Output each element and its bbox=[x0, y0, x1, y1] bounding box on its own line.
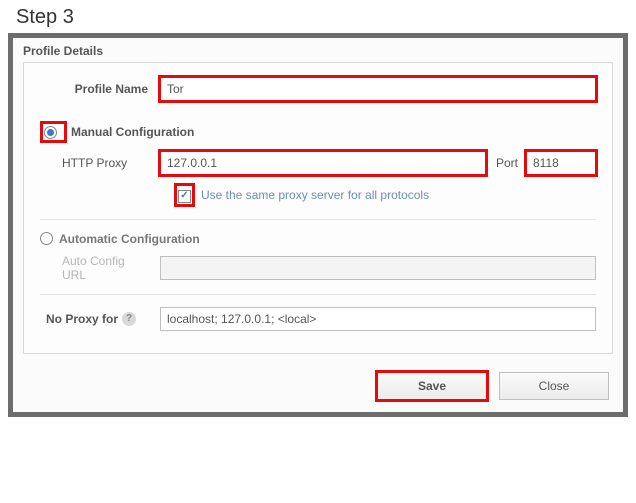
close-button[interactable]: Close bbox=[499, 372, 609, 400]
divider-2 bbox=[40, 294, 596, 295]
manual-config-radio[interactable] bbox=[44, 126, 57, 139]
dialog-frame: Profile Details Profile Name Manual Conf… bbox=[8, 33, 628, 417]
auto-config-radio[interactable] bbox=[40, 232, 53, 245]
no-proxy-label-wrap: No Proxy for ? bbox=[40, 312, 160, 326]
auto-url-row: Auto Config URL bbox=[46, 254, 596, 282]
port-label: Port bbox=[486, 156, 526, 170]
save-button[interactable]: Save bbox=[377, 372, 487, 400]
same-proxy-row: Use the same proxy server for all protoc… bbox=[174, 183, 596, 207]
profile-name-label: Profile Name bbox=[40, 82, 160, 96]
profile-name-input[interactable] bbox=[160, 77, 596, 101]
divider-1 bbox=[40, 219, 596, 220]
auto-config-label: Automatic Configuration bbox=[59, 232, 200, 246]
no-proxy-label: No Proxy for bbox=[46, 312, 118, 326]
same-proxy-checkbox[interactable] bbox=[178, 190, 191, 203]
close-button-label: Close bbox=[539, 379, 570, 393]
http-proxy-input[interactable] bbox=[160, 151, 486, 175]
same-proxy-check-highlight bbox=[174, 183, 195, 207]
http-proxy-label: HTTP Proxy bbox=[46, 156, 160, 170]
step-heading: Step 3 bbox=[0, 0, 636, 33]
button-row: Save Close bbox=[13, 364, 623, 412]
manual-config-option[interactable]: Manual Configuration bbox=[40, 121, 596, 143]
no-proxy-row: No Proxy for ? bbox=[40, 307, 596, 331]
help-icon[interactable]: ? bbox=[122, 312, 136, 326]
no-proxy-input[interactable] bbox=[160, 307, 596, 331]
profile-details-panel: Profile Name Manual Configuration HTTP P… bbox=[23, 62, 613, 354]
auto-url-label: Auto Config URL bbox=[46, 254, 160, 282]
http-proxy-row: HTTP Proxy Port bbox=[46, 151, 596, 175]
manual-radio-highlight bbox=[40, 121, 67, 143]
auto-url-input bbox=[160, 256, 596, 280]
panel-title: Profile Details bbox=[13, 38, 623, 62]
profile-name-row: Profile Name bbox=[40, 77, 596, 101]
save-button-label: Save bbox=[418, 379, 446, 393]
same-proxy-label: Use the same proxy server for all protoc… bbox=[201, 188, 429, 202]
auto-config-option[interactable]: Automatic Configuration bbox=[40, 232, 596, 246]
manual-config-label: Manual Configuration bbox=[71, 125, 194, 139]
port-input[interactable] bbox=[526, 151, 596, 175]
